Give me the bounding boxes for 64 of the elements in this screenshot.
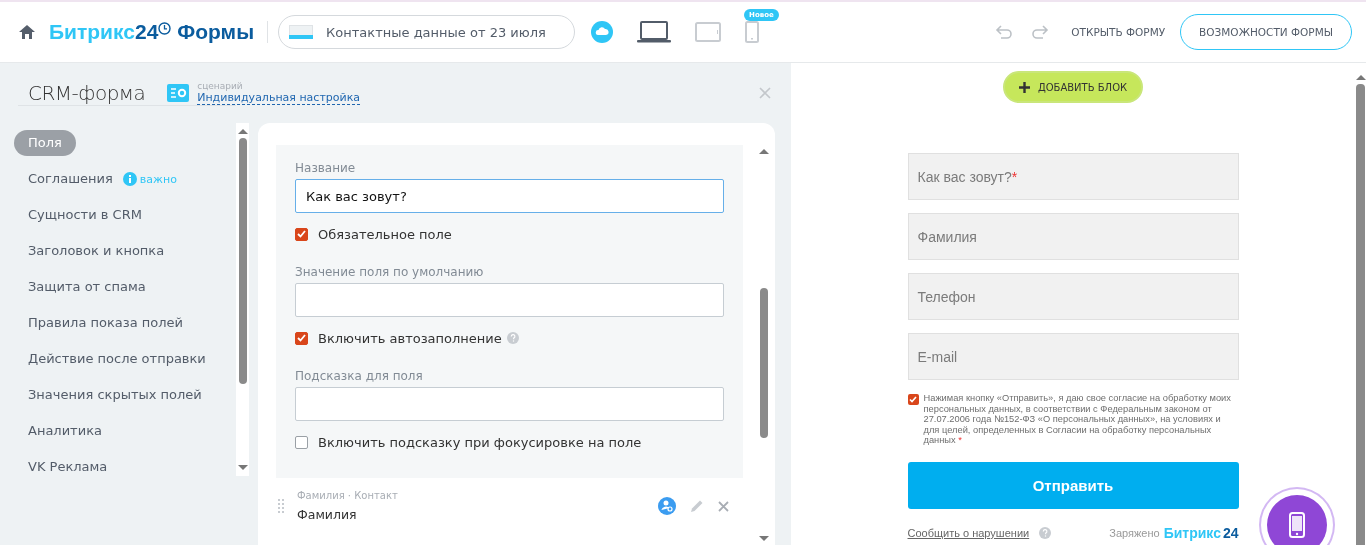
check-icon xyxy=(297,230,306,238)
sidebar-item[interactable]: Значения скрытых полей xyxy=(14,382,216,408)
open-form-link[interactable]: ОТКРЫТЬ ФОРМУ xyxy=(1071,26,1166,38)
powered-by-text: Заряжено xyxy=(1109,526,1160,539)
plus-icon xyxy=(1018,81,1030,93)
input-field[interactable] xyxy=(295,387,724,421)
checkbox-label: Включить автозаполнение xyxy=(318,330,502,346)
logo-text: Формы xyxy=(177,20,255,44)
field-label: Подсказка для поля xyxy=(295,369,424,383)
sidebar-item[interactable]: Соглашения xyxy=(14,166,127,192)
check-icon xyxy=(297,334,306,342)
form-icon xyxy=(289,25,314,39)
help-icon[interactable] xyxy=(1039,526,1052,539)
checkbox[interactable] xyxy=(295,227,308,241)
field-label: Значение поля по умолчанию xyxy=(295,265,485,279)
sidebar-item[interactable]: Действие после отправки xyxy=(14,346,220,372)
input-field[interactable] xyxy=(295,283,724,317)
scenario-label: сценарий xyxy=(197,81,244,91)
checkbox[interactable] xyxy=(295,331,308,345)
input-field[interactable]: Фамилия xyxy=(907,213,1239,260)
scenario-link[interactable]: Индивидуальная настройка xyxy=(197,91,361,105)
scrollbar[interactable] xyxy=(236,123,249,476)
close-icon[interactable] xyxy=(759,87,771,99)
checkbox[interactable] xyxy=(295,435,308,449)
report-link[interactable]: Сообщить о нарушении xyxy=(907,526,1030,539)
sidebar-item[interactable]: Аналитика xyxy=(14,418,116,444)
sidebar-item[interactable]: Правила показа полей xyxy=(14,310,197,336)
contact-search-icon[interactable] xyxy=(658,497,676,515)
laptop-icon[interactable] xyxy=(637,21,672,43)
field-label: Название xyxy=(295,161,357,175)
logo-text: Битрикс xyxy=(49,20,135,44)
important-label: важно xyxy=(139,172,177,186)
input-field[interactable]: Как вас зовут? xyxy=(295,179,724,213)
sidebar-item[interactable]: VK Реклама xyxy=(14,454,122,480)
pencil-icon[interactable] xyxy=(690,499,704,513)
info-icon xyxy=(122,172,137,186)
field-name: Фамилия xyxy=(297,507,358,522)
input-field[interactable]: Как вас зовут?* xyxy=(907,153,1239,200)
consent-text: Нажимая кнопку «Отправить», я даю свое согласие на обработку моих персональных данных, в соответствии с Федеральным законом от 27.07.2006 года №152-ФЗ «О персональных данных», на условиях и для целей, определенных в Согласии на обработку персональных данных * xyxy=(923,393,1232,446)
cloud-icon[interactable] xyxy=(591,21,614,43)
phone-icon xyxy=(1289,512,1305,538)
sidebar-item[interactable]: Защита от спама xyxy=(14,274,160,300)
check-icon xyxy=(909,396,917,403)
checkbox[interactable] xyxy=(907,394,919,405)
tablet-icon[interactable] xyxy=(695,22,722,42)
clock-icon xyxy=(158,22,172,35)
phone-icon[interactable] xyxy=(745,21,760,43)
powered-by-logo[interactable]: Битрикс24 xyxy=(1163,524,1239,541)
home-icon[interactable] xyxy=(19,25,35,39)
close-icon[interactable] xyxy=(718,500,729,512)
input-field[interactable]: Телефон xyxy=(907,273,1239,320)
checkbox-label: Обязательное поле xyxy=(318,226,452,242)
input-field[interactable]: E-mail xyxy=(907,333,1239,380)
sidebar-item[interactable]: Заголовок и кнопка xyxy=(14,238,179,264)
settings-icon[interactable] xyxy=(167,84,190,102)
sidebar-item[interactable]: Сущности в CRM xyxy=(14,202,156,228)
logo-text: 24 xyxy=(134,20,159,44)
editor-title: CRM-форма xyxy=(28,81,146,105)
checkbox-label: Включить подсказку при фокусировке на поле xyxy=(318,434,642,450)
features-button[interactable]: ВОЗМОЖНОСТИ ФОРМЫ xyxy=(1180,14,1352,50)
field-meta: Фамилия · Контакт xyxy=(297,490,398,501)
help-icon[interactable] xyxy=(506,332,519,344)
add-block-button[interactable]: ДОБАВИТЬ БЛОК xyxy=(1002,71,1144,103)
drag-handle-icon[interactable] xyxy=(278,499,284,513)
